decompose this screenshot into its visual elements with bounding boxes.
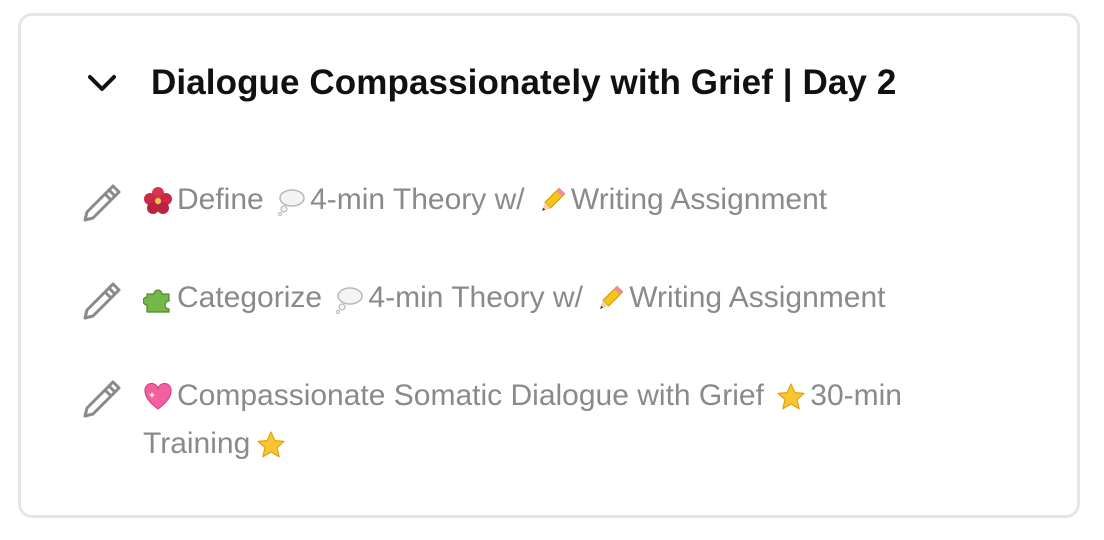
pencil-icon: [79, 178, 123, 222]
lesson-part-1: Define: [177, 183, 264, 216]
pencil-emoji-icon: [537, 183, 567, 213]
lesson-item-somatic-dialogue[interactable]: Compassionate Somatic Dialogue with Grie…: [79, 372, 979, 468]
lesson-title: Define 4-min Theory w/ Writing Assignmen…: [143, 176, 979, 224]
hibiscus-icon: [143, 183, 173, 215]
lesson-part-3: Writing Assignment: [570, 183, 828, 216]
star-icon: [776, 379, 806, 410]
lesson-list: Define 4-min Theory w/ Writing Assignmen…: [79, 176, 979, 518]
sparkling-heart-icon: [143, 379, 173, 410]
lesson-part-2: 4-min Theory w/: [368, 281, 583, 314]
lesson-part-2: 4-min Theory w/: [310, 183, 525, 216]
lesson-item-categorize[interactable]: Categorize 4-min Theory w/ Writing Assig…: [79, 274, 979, 322]
lesson-title: Categorize 4-min Theory w/ Writing Assig…: [142, 274, 979, 322]
section-card: Dialogue Compassionately with Grief | Da…: [18, 13, 1080, 518]
lesson-title: Compassionate Somatic Dialogue with Grie…: [143, 372, 979, 468]
thought-balloon-icon: [276, 183, 306, 217]
pencil-icon: [79, 374, 123, 418]
pencil-icon: [79, 276, 123, 320]
pencil-emoji-icon: [595, 281, 625, 311]
lesson-part-1: Compassionate Somatic Dialogue with Grie…: [177, 379, 764, 412]
lesson-part-3: Writing Assignment: [629, 281, 886, 314]
star-icon: [256, 427, 286, 458]
thought-balloon-icon: [334, 281, 364, 315]
puzzle-piece-icon: [142, 281, 173, 313]
chevron-down-icon[interactable]: [83, 64, 121, 102]
lesson-item-define[interactable]: Define 4-min Theory w/ Writing Assignmen…: [79, 176, 979, 224]
section-title: Dialogue Compassionately with Grief | Da…: [151, 63, 897, 102]
lesson-part-1: Categorize: [177, 281, 323, 314]
section-header[interactable]: Dialogue Compassionately with Grief | Da…: [83, 60, 896, 106]
